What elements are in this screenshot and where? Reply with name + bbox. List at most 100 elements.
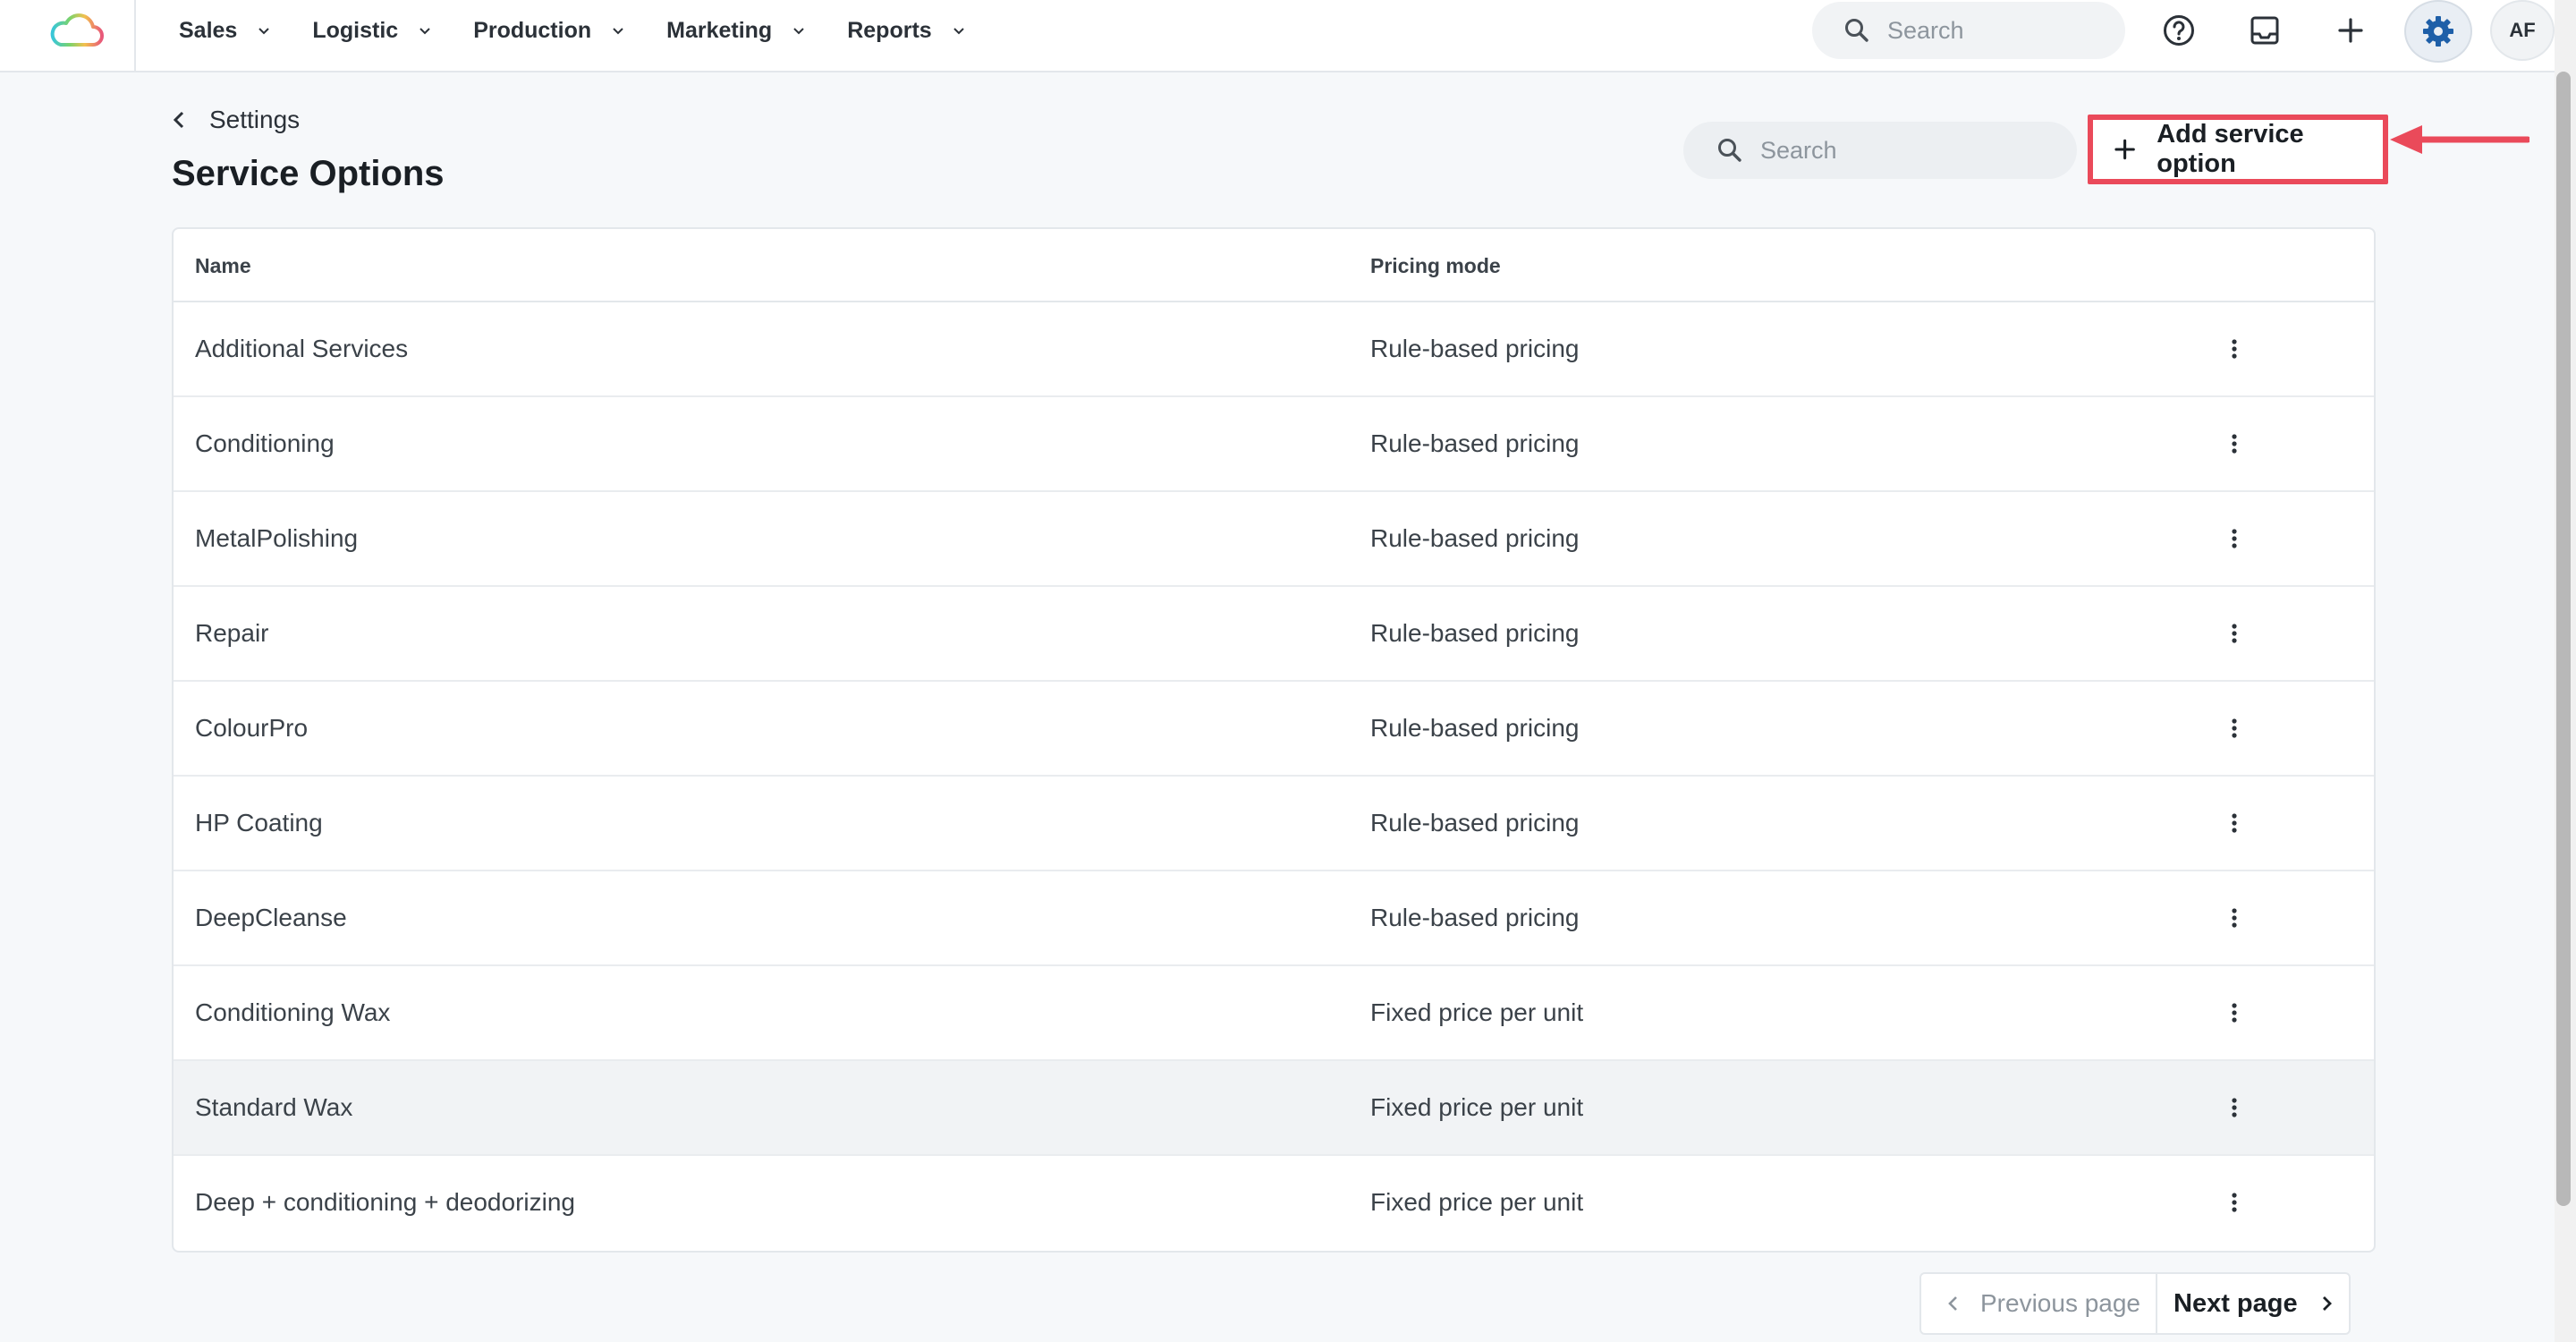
pricing-mode-cell: Rule-based pricing (1370, 335, 1580, 362)
nav-item-label: Sales (179, 17, 238, 43)
service-name-cell: Conditioning Wax (195, 998, 391, 1026)
service-options-table: Name Pricing mode Additional Services Ru… (172, 227, 2376, 1253)
nav-item-label: Reports (847, 17, 932, 43)
plus-icon (2338, 18, 2363, 43)
chevron-right-icon (2322, 1296, 2332, 1311)
pricing-mode-cell: Rule-based pricing (1370, 429, 1580, 457)
previous-page-label: Previous page (1980, 1289, 2141, 1317)
plus-icon (2114, 139, 2135, 160)
chevron-down-icon (258, 28, 270, 35)
row-more-actions-button[interactable] (2213, 422, 2256, 465)
user-avatar[interactable]: AF (2490, 0, 2555, 61)
more-vertical-icon (2232, 434, 2237, 454)
pricing-mode-cell: Rule-based pricing (1370, 524, 1580, 552)
next-page-button[interactable]: Next page (2157, 1272, 2351, 1335)
global-search-input[interactable] (1887, 2, 2111, 59)
table-row[interactable]: Conditioning Wax Fixed price per unit (174, 966, 2374, 1061)
row-more-actions-button[interactable] (2213, 802, 2256, 845)
row-more-actions-button[interactable] (2213, 1181, 2256, 1224)
breadcrumb-label: Settings (209, 106, 301, 133)
table-row[interactable]: Deep + conditioning + deodorizing Fixed … (174, 1156, 2374, 1251)
chevron-down-icon (953, 28, 964, 35)
table-row[interactable]: Repair Rule-based pricing (174, 587, 2374, 682)
row-more-actions-button[interactable] (2213, 517, 2256, 560)
table-row[interactable]: Conditioning Rule-based pricing (174, 397, 2374, 492)
annotation-arrow-icon (2390, 125, 2529, 154)
row-more-actions-button[interactable] (2213, 707, 2256, 750)
nav-item-label: Production (473, 17, 592, 43)
service-name-cell: Repair (195, 619, 269, 647)
nav-item-reports[interactable]: Reports (847, 18, 965, 44)
more-vertical-icon (2232, 339, 2237, 359)
breadcrumb-back-settings[interactable]: Settings (172, 106, 300, 134)
service-name-cell: ColourPro (195, 714, 309, 742)
chevron-left-icon (173, 111, 184, 129)
page-title: Service Options (172, 154, 445, 193)
help-button[interactable] (2150, 2, 2207, 59)
row-more-actions-button[interactable] (2213, 612, 2256, 655)
chevron-down-icon (419, 28, 430, 35)
row-more-actions-button[interactable] (2213, 991, 2256, 1034)
table-row[interactable]: DeepCleanse Rule-based pricing (174, 871, 2374, 966)
service-name-cell: HP Coating (195, 809, 323, 837)
service-name-cell: Conditioning (195, 429, 335, 457)
table-row[interactable]: MetalPolishing Rule-based pricing (174, 492, 2374, 587)
add-service-option-label: Add service option (2157, 120, 2304, 178)
search-icon (1845, 19, 1868, 42)
nav-item-sales[interactable]: Sales (179, 18, 271, 44)
table-row[interactable]: ColourPro Rule-based pricing (174, 682, 2374, 777)
app-root: Sales Logistic Production Marketing Repo… (0, 0, 2576, 1342)
more-vertical-icon (2232, 718, 2237, 738)
add-service-option-button[interactable]: Add service option (2088, 115, 2388, 184)
chevron-down-icon (613, 28, 623, 35)
service-name-cell: MetalPolishing (195, 524, 359, 552)
pricing-mode-cell: Rule-based pricing (1370, 809, 1580, 837)
inbox-button[interactable] (2236, 2, 2293, 59)
gear-icon (2423, 16, 2453, 47)
pricing-mode-cell: Fixed price per unit (1370, 1093, 1584, 1121)
nav-item-production[interactable]: Production (473, 18, 625, 44)
table-row[interactable]: Additional Services Rule-based pricing (174, 302, 2374, 397)
global-search (1812, 2, 2125, 59)
logo-area[interactable] (0, 0, 136, 71)
avatar-initials: AF (2509, 19, 2536, 41)
page-scrollbar-thumb[interactable] (2556, 72, 2571, 1206)
pricing-mode-cell: Rule-based pricing (1370, 619, 1580, 647)
column-header-pricing-mode[interactable]: Pricing mode (1370, 229, 1501, 302)
next-page-label: Next page (2174, 1288, 2298, 1318)
service-options-search-input[interactable] (1760, 122, 2055, 179)
help-circle-icon (2164, 15, 2194, 46)
row-more-actions-button[interactable] (2213, 1086, 2256, 1129)
chevron-left-icon (1948, 1296, 1957, 1311)
nav-item-marketing[interactable]: Marketing (666, 18, 806, 44)
more-vertical-icon (2232, 1098, 2237, 1117)
previous-page-button[interactable]: Previous page (1919, 1272, 2157, 1335)
service-options-search (1683, 122, 2077, 179)
service-name-cell: Standard Wax (195, 1093, 353, 1121)
more-vertical-icon (2232, 908, 2237, 928)
settings-button[interactable] (2404, 0, 2472, 63)
service-name-cell: Additional Services (195, 335, 409, 362)
nav-item-logistic[interactable]: Logistic (312, 18, 432, 44)
more-vertical-icon (2232, 529, 2237, 548)
search-icon (1718, 139, 1741, 162)
pricing-mode-cell: Fixed price per unit (1370, 1188, 1584, 1216)
column-header-name[interactable]: Name (195, 229, 251, 302)
more-vertical-icon (2232, 1193, 2237, 1212)
table-row-hovered[interactable]: Standard Wax Fixed price per unit (174, 1061, 2374, 1156)
more-vertical-icon (2232, 813, 2237, 833)
more-vertical-icon (2232, 624, 2237, 643)
main-menu: Sales Logistic Production Marketing Repo… (179, 0, 1007, 61)
nav-item-label: Logistic (312, 17, 399, 43)
row-more-actions-button[interactable] (2213, 327, 2256, 370)
row-more-actions-button[interactable] (2213, 896, 2256, 939)
pricing-mode-cell: Rule-based pricing (1370, 714, 1580, 742)
more-vertical-icon (2232, 1003, 2237, 1023)
service-name-cell: Deep + conditioning + deodorizing (195, 1188, 575, 1216)
table-header: Name Pricing mode (174, 229, 2374, 302)
top-navigation-bar: Sales Logistic Production Marketing Repo… (0, 0, 2555, 72)
cloud-logo-icon (50, 13, 104, 47)
add-new-button[interactable] (2322, 2, 2379, 59)
table-row[interactable]: HP Coating Rule-based pricing (174, 777, 2374, 871)
nav-item-label: Marketing (666, 17, 773, 43)
